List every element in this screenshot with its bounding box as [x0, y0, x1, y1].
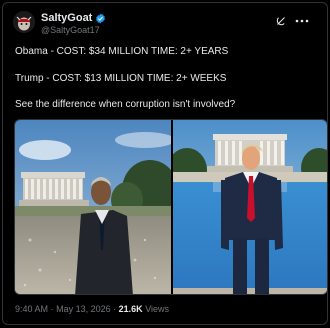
post-media[interactable] — [14, 119, 328, 295]
post-meta: 9:40 AM · May 13, 2026 · 21.6K Views — [15, 304, 169, 315]
author-name-row[interactable]: SaltyGoat — [41, 12, 106, 24]
author-display-name[interactable]: SaltyGoat — [41, 12, 92, 24]
author-handle[interactable]: @SaltyGoat17 — [41, 25, 100, 35]
author-avatar[interactable] — [13, 11, 35, 33]
more-options-icon[interactable] — [295, 19, 309, 23]
grok-icon[interactable] — [275, 15, 287, 27]
meta-separator: · — [113, 304, 117, 314]
media-photo-right[interactable] — [173, 120, 328, 295]
post-text-line-3: See the difference when corruption isn't… — [15, 99, 236, 110]
post-text-line-1: Obama - COST: $34 MILLION TIME: 2+ YEARS — [15, 46, 229, 57]
post-date[interactable]: May 13, 2026 — [56, 304, 111, 314]
post-card: SaltyGoat @SaltyGoat17 Obama - COST: $34… — [2, 2, 328, 325]
post-time[interactable]: 9:40 AM — [15, 304, 48, 314]
media-photo-left[interactable] — [15, 120, 171, 295]
views-label: Views — [145, 304, 170, 314]
meta-separator: · — [50, 304, 54, 314]
post-text-line-2: Trump - COST: $13 MILLION TIME: 2+ WEEKS — [15, 73, 227, 84]
views-count[interactable]: 21.6K — [119, 304, 143, 314]
verified-badge-icon — [96, 13, 106, 23]
